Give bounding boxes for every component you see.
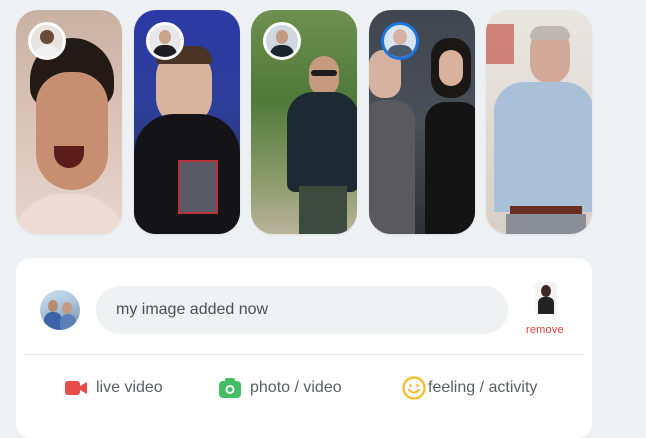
story-avatar bbox=[28, 22, 66, 60]
photo-video-button[interactable]: photo / video bbox=[218, 376, 342, 400]
story-card[interactable] bbox=[486, 10, 592, 234]
story-person bbox=[287, 92, 357, 192]
post-composer: remove live video photo / video bbox=[16, 258, 592, 438]
feeling-activity-label: feeling / activity bbox=[428, 379, 538, 396]
story-person bbox=[494, 82, 592, 212]
story-card[interactable] bbox=[369, 10, 475, 234]
post-text-input[interactable] bbox=[96, 286, 508, 334]
story-avatar bbox=[381, 22, 419, 60]
story-avatar bbox=[146, 22, 184, 60]
story-face bbox=[36, 72, 108, 190]
story-avatar bbox=[263, 22, 301, 60]
story-face bbox=[309, 56, 339, 96]
live-video-button[interactable]: live video bbox=[64, 376, 163, 400]
story-person bbox=[369, 100, 415, 234]
feeling-activity-button[interactable]: feeling / activity bbox=[402, 376, 537, 400]
divider bbox=[24, 354, 584, 355]
video-camera-icon bbox=[64, 376, 88, 400]
photo-video-label: photo / video bbox=[250, 379, 342, 396]
story-card[interactable] bbox=[251, 10, 357, 234]
camera-icon bbox=[218, 376, 242, 400]
remove-image-link[interactable]: remove bbox=[526, 324, 564, 336]
story-card[interactable] bbox=[134, 10, 240, 234]
attached-image-thumbnail bbox=[535, 282, 557, 314]
user-avatar[interactable] bbox=[40, 290, 80, 330]
smiley-icon bbox=[402, 376, 426, 400]
live-video-label: live video bbox=[96, 379, 163, 396]
story-card[interactable] bbox=[16, 10, 122, 234]
